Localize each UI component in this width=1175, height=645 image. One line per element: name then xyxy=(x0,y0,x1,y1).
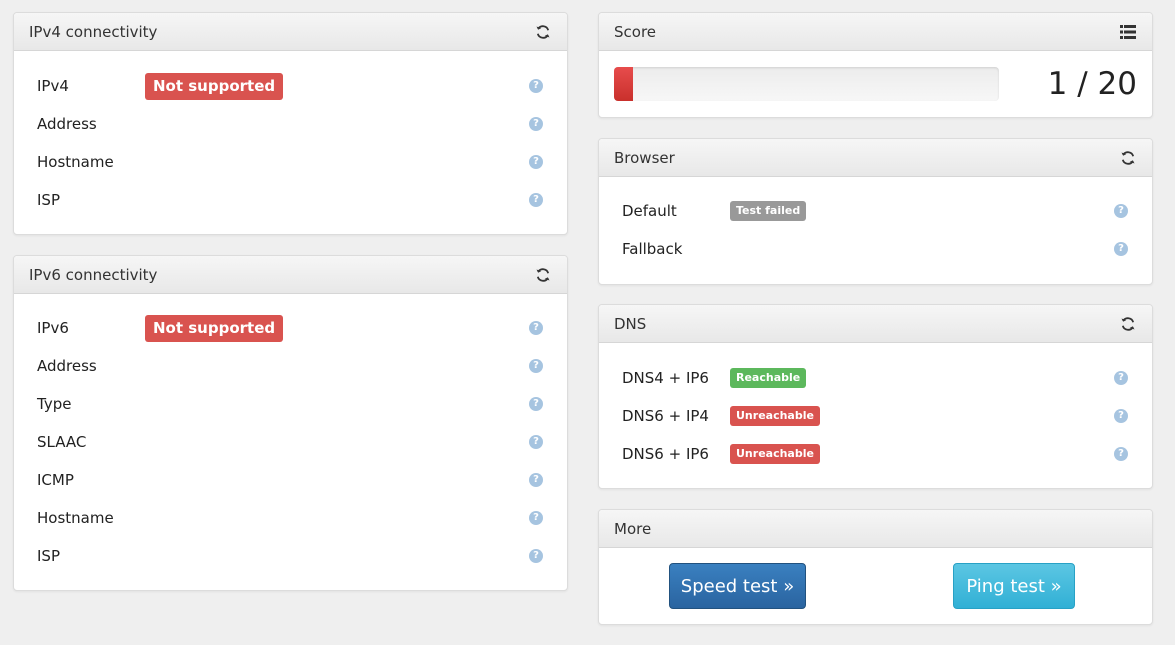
ipv6-row-isp: ISP ? xyxy=(14,537,567,575)
refresh-icon[interactable] xyxy=(1118,314,1138,334)
status-badge: Not supported xyxy=(145,314,284,342)
row-label: Address xyxy=(37,357,97,375)
row-label: ISP xyxy=(37,547,60,565)
row-label: IPv4 xyxy=(37,77,69,95)
help-icon[interactable]: ? xyxy=(529,155,543,169)
ipv6-row-hostname: Hostname ? xyxy=(14,499,567,537)
score-progress-fill xyxy=(614,67,634,101)
status-badge: Unreachable xyxy=(730,444,820,464)
ipv4-row-ipv4: IPv4 Not supported ? xyxy=(14,67,567,105)
ipv4-panel-title: IPv4 connectivity xyxy=(29,22,158,41)
ping-test-button[interactable]: Ping test » xyxy=(953,563,1075,609)
status-badge: Test failed xyxy=(730,201,807,221)
refresh-icon[interactable] xyxy=(533,22,553,42)
help-icon[interactable]: ? xyxy=(529,473,543,487)
help-icon[interactable]: ? xyxy=(1114,242,1128,256)
row-label: ICMP xyxy=(37,471,74,489)
more-panel: More Speed test » Ping test » xyxy=(598,509,1153,625)
help-icon[interactable]: ? xyxy=(529,397,543,411)
row-label: DNS4 + IP6 xyxy=(622,369,709,387)
row-label: Default xyxy=(622,202,677,220)
ipv6-row-ipv6: IPv6 Not supported ? xyxy=(14,309,567,347)
score-panel-title: Score xyxy=(614,22,657,41)
score-panel-header: Score xyxy=(599,13,1152,51)
browser-row-default: Default Test failed ? xyxy=(599,192,1152,230)
ipv6-row-icmp: ICMP ? xyxy=(14,461,567,499)
status-badge: Unreachable xyxy=(730,406,820,426)
list-icon[interactable] xyxy=(1118,22,1138,42)
ipv4-panel: IPv4 connectivity IPv4 Not supported ? A… xyxy=(13,12,568,235)
row-label: IPv6 xyxy=(37,319,69,337)
refresh-icon[interactable] xyxy=(1118,148,1138,168)
row-label: ISP xyxy=(37,191,60,209)
dns-row-dns4-ip6: DNS4 + IP6 Reachable ? xyxy=(599,359,1152,397)
ipv6-row-address: Address ? xyxy=(14,347,567,385)
dns-panel-header: DNS xyxy=(599,305,1152,343)
help-icon[interactable]: ? xyxy=(1114,409,1128,423)
row-label: Hostname xyxy=(37,509,114,527)
row-label: DNS6 + IP4 xyxy=(622,407,709,425)
ipv6-panel: IPv6 connectivity IPv6 Not supported ? A… xyxy=(13,255,568,591)
more-panel-title: More xyxy=(614,519,652,538)
status-badge: Reachable xyxy=(730,368,807,388)
score-value: 1 / 20 xyxy=(1047,66,1137,102)
ipv6-row-type: Type ? xyxy=(14,385,567,423)
help-icon[interactable]: ? xyxy=(1114,371,1128,385)
help-icon[interactable]: ? xyxy=(529,359,543,373)
help-icon[interactable]: ? xyxy=(529,435,543,449)
row-label: SLAAC xyxy=(37,433,87,451)
browser-panel-header: Browser xyxy=(599,139,1152,177)
browser-panel: Browser Default Test failed ? Fallback ? xyxy=(598,138,1153,285)
ipv6-row-slaac: SLAAC ? xyxy=(14,423,567,461)
help-icon[interactable]: ? xyxy=(529,79,543,93)
dns-panel: DNS DNS4 + IP6 Reachable ? DNS6 + IP4 Un… xyxy=(598,304,1153,489)
help-icon[interactable]: ? xyxy=(529,549,543,563)
more-panel-header: More xyxy=(599,510,1152,548)
ipv4-row-hostname: Hostname ? xyxy=(14,143,567,181)
speed-test-button[interactable]: Speed test » xyxy=(669,563,806,609)
help-icon[interactable]: ? xyxy=(1114,447,1128,461)
ipv4-panel-header: IPv4 connectivity xyxy=(14,13,567,51)
refresh-icon[interactable] xyxy=(533,265,553,285)
ipv4-row-address: Address ? xyxy=(14,105,567,143)
browser-panel-title: Browser xyxy=(614,148,675,167)
score-panel: Score 1 / 20 xyxy=(598,12,1153,118)
help-icon[interactable]: ? xyxy=(529,193,543,207)
dns-row-dns6-ip4: DNS6 + IP4 Unreachable ? xyxy=(599,397,1152,435)
help-icon[interactable]: ? xyxy=(529,321,543,335)
ipv6-panel-header: IPv6 connectivity xyxy=(14,256,567,294)
row-label: Fallback xyxy=(622,240,683,258)
dns-row-dns6-ip6: DNS6 + IP6 Unreachable ? xyxy=(599,435,1152,473)
help-icon[interactable]: ? xyxy=(1114,204,1128,218)
ipv4-row-isp: ISP ? xyxy=(14,181,567,219)
ipv6-panel-title: IPv6 connectivity xyxy=(29,265,158,284)
status-badge: Not supported xyxy=(145,72,284,100)
help-icon[interactable]: ? xyxy=(529,511,543,525)
dns-panel-title: DNS xyxy=(614,314,647,333)
row-label: Hostname xyxy=(37,153,114,171)
row-label: Type xyxy=(37,395,72,413)
browser-row-fallback: Fallback ? xyxy=(599,230,1152,268)
score-progress-bar xyxy=(614,67,999,101)
row-label: DNS6 + IP6 xyxy=(622,445,709,463)
row-label: Address xyxy=(37,115,97,133)
help-icon[interactable]: ? xyxy=(529,117,543,131)
